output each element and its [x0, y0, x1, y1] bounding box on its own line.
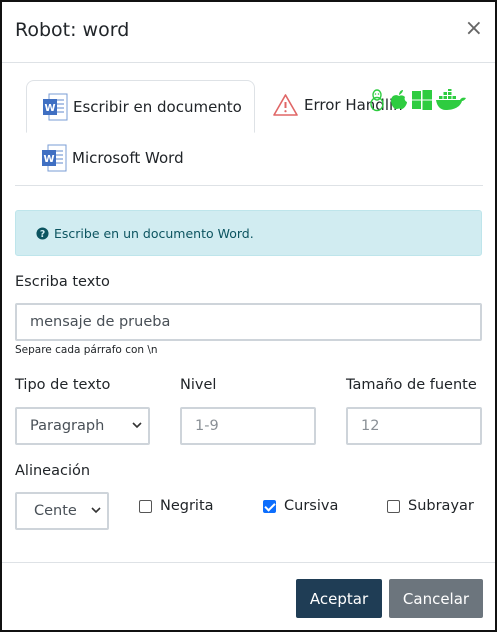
modal-title: Robot: word [15, 19, 130, 41]
text-label: Escriba texto [15, 274, 110, 290]
chevron-down-icon [91, 507, 101, 514]
tab-microsoft-word[interactable]: W Microsoft Word [42, 133, 184, 183]
windows-icon [412, 90, 432, 110]
text-help: Separe cada párrafo con \n [15, 344, 158, 356]
type-label: Tipo de texto [15, 377, 111, 393]
italic-checkbox-box[interactable] [263, 499, 276, 513]
bold-checkbox-box[interactable] [139, 499, 152, 513]
tab-bar: W Escribir en documento Error Handlin W … [15, 80, 483, 186]
tab-escribir-label: Escribir en documento [73, 97, 242, 116]
svg-text:W: W [43, 154, 54, 165]
accept-button[interactable]: Aceptar [296, 579, 382, 618]
underline-checkbox-box[interactable] [387, 499, 400, 513]
svg-text:W: W [44, 103, 55, 114]
level-input-placeholder: 1-9 [195, 418, 219, 434]
word-icon: W [43, 93, 68, 120]
size-input-placeholder: 12 [361, 418, 380, 434]
warning-icon [273, 94, 298, 116]
type-select-value: Paragraph [30, 418, 105, 434]
tab-escribir-documento[interactable]: W Escribir en documento [26, 80, 255, 133]
text-input[interactable]: mensaje de prueba [15, 303, 482, 341]
size-input[interactable]: 12 [346, 407, 482, 445]
align-select[interactable]: Cente [15, 492, 109, 530]
robot-modal: Robot: word × W Escribir en documento Er… [0, 0, 497, 632]
italic-label: Cursiva [284, 498, 339, 514]
alert-text: Escribe en un documento Word. [54, 225, 254, 241]
close-button[interactable]: × [465, 18, 483, 40]
bold-label: Negrita [160, 498, 214, 514]
modal-header: Robot: word × [2, 2, 495, 63]
tab-word-label: Microsoft Word [72, 149, 184, 167]
type-select[interactable]: Paragraph [15, 407, 150, 445]
level-input[interactable]: 1-9 [180, 407, 316, 445]
cancel-button[interactable]: Cancelar [389, 579, 483, 618]
bold-checkbox[interactable]: Negrita [139, 498, 214, 514]
size-label: Tamaño de fuente [346, 377, 477, 393]
underline-checkbox[interactable]: Subrayar [387, 498, 474, 514]
svg-text:?: ? [40, 228, 45, 239]
footer-divider [2, 562, 495, 563]
os-icons-group [367, 88, 467, 112]
apple-icon [391, 90, 407, 110]
docker-icon [436, 89, 466, 110]
word-icon: W [42, 144, 67, 172]
chevron-down-icon [132, 422, 142, 429]
info-alert: ? Escribe en un documento Word. [15, 210, 482, 256]
align-label: Alineación [15, 463, 91, 479]
text-input-value: mensaje de prueba [30, 314, 171, 330]
linux-icon [370, 89, 384, 112]
italic-checkbox[interactable]: Cursiva [263, 498, 338, 514]
underline-label: Subrayar [408, 498, 474, 514]
align-select-value: Cente [34, 503, 77, 519]
question-circle-icon: ? [36, 226, 49, 239]
level-label: Nivel [180, 377, 217, 393]
